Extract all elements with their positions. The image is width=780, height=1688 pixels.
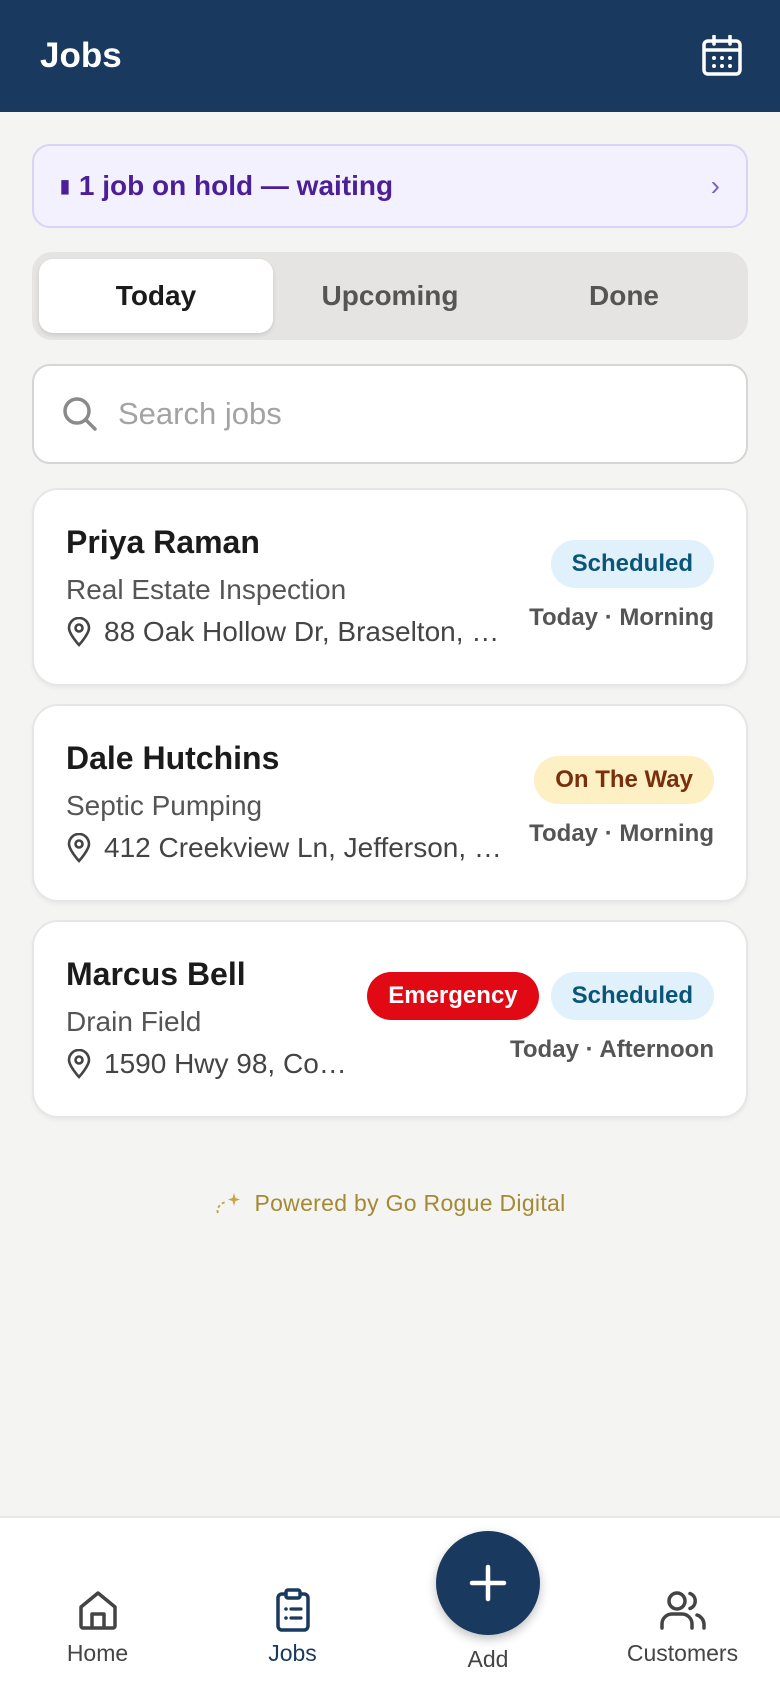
calendar-button[interactable] xyxy=(700,34,744,78)
service-type: Septic Pumping xyxy=(66,790,263,821)
nav-add-label: Add xyxy=(467,1646,509,1672)
nav-customers[interactable]: Customers xyxy=(585,1588,780,1667)
home-icon xyxy=(78,1591,117,1630)
pause-icon: ▮ xyxy=(60,175,70,196)
sparkle-icon xyxy=(214,1191,242,1217)
job-address: 1590 Hwy 98, Co… xyxy=(66,1048,347,1080)
plus-icon xyxy=(469,1564,507,1602)
customer-name: Priya Raman xyxy=(66,524,260,560)
job-time: Today · Morning xyxy=(529,604,714,631)
job-address: 88 Oak Hollow Dr, Braselton, … xyxy=(66,616,499,648)
nav-customers-label: Customers xyxy=(626,1640,739,1666)
job-time: Today · Afternoon xyxy=(510,1036,714,1063)
service-type: Drain Field xyxy=(66,1006,202,1037)
address-text: 88 Oak Hollow Dr, Braselton, … xyxy=(104,616,500,647)
page-title: Jobs xyxy=(40,36,122,75)
status-badge-on-the-way: On The Way xyxy=(534,756,714,804)
clipboard-list-icon xyxy=(275,1588,310,1632)
nav-jobs[interactable]: Jobs xyxy=(195,1588,390,1667)
status-badge-emergency: Emergency xyxy=(367,972,539,1020)
tab-today[interactable]: Today xyxy=(39,259,273,333)
on-hold-banner[interactable]: ▮ 1 job on hold — waiting › xyxy=(32,144,748,228)
status-badge-scheduled: Scheduled xyxy=(550,972,714,1020)
app-header: Jobs xyxy=(0,0,780,112)
customer-name: Dale Hutchins xyxy=(66,740,280,776)
job-address: 412 Creekview Ln, Jefferson, … xyxy=(66,832,502,864)
job-card[interactable]: Priya Raman Real Estate Inspection 88 Oa… xyxy=(32,488,748,686)
nav-jobs-label: Jobs xyxy=(268,1640,317,1666)
nav-home-label: Home xyxy=(66,1640,129,1666)
on-hold-text: 1 job on hold — waiting xyxy=(78,170,394,201)
job-time: Today · Morning xyxy=(529,820,714,847)
service-type: Real Estate Inspection xyxy=(66,574,347,605)
job-card[interactable]: Dale Hutchins Septic Pumping 412 Creekvi… xyxy=(32,704,748,902)
search-box xyxy=(32,364,748,464)
powered-by: Powered by Go Rogue Digital xyxy=(0,1190,780,1217)
status-badges: Scheduled xyxy=(550,540,714,588)
search-icon xyxy=(63,397,97,431)
powered-by-text: Powered by Go Rogue Digital xyxy=(254,1190,566,1216)
address-text: 412 Creekview Ln, Jefferson, … xyxy=(104,832,502,863)
job-filter-tabs: Today Upcoming Done xyxy=(32,252,748,340)
status-badge-scheduled: Scheduled xyxy=(550,540,714,588)
tab-done[interactable]: Done xyxy=(507,259,741,333)
search-input[interactable] xyxy=(118,396,718,432)
location-pin-icon xyxy=(66,1049,92,1079)
location-pin-icon xyxy=(66,617,92,647)
status-badges: Emergency Scheduled xyxy=(367,972,714,1020)
tab-upcoming[interactable]: Upcoming xyxy=(273,259,507,333)
status-badges: On The Way xyxy=(534,756,714,804)
calendar-icon xyxy=(702,35,742,76)
customer-name: Marcus Bell xyxy=(66,956,246,992)
job-card[interactable]: Marcus Bell Drain Field 1590 Hwy 98, Co…… xyxy=(32,920,748,1118)
nav-home[interactable]: Home xyxy=(0,1588,195,1667)
location-pin-icon xyxy=(66,833,92,863)
address-text: 1590 Hwy 98, Co… xyxy=(104,1048,347,1079)
add-job-button[interactable] xyxy=(436,1531,540,1635)
users-icon xyxy=(659,1591,706,1630)
chevron-right-icon: › xyxy=(710,170,720,201)
